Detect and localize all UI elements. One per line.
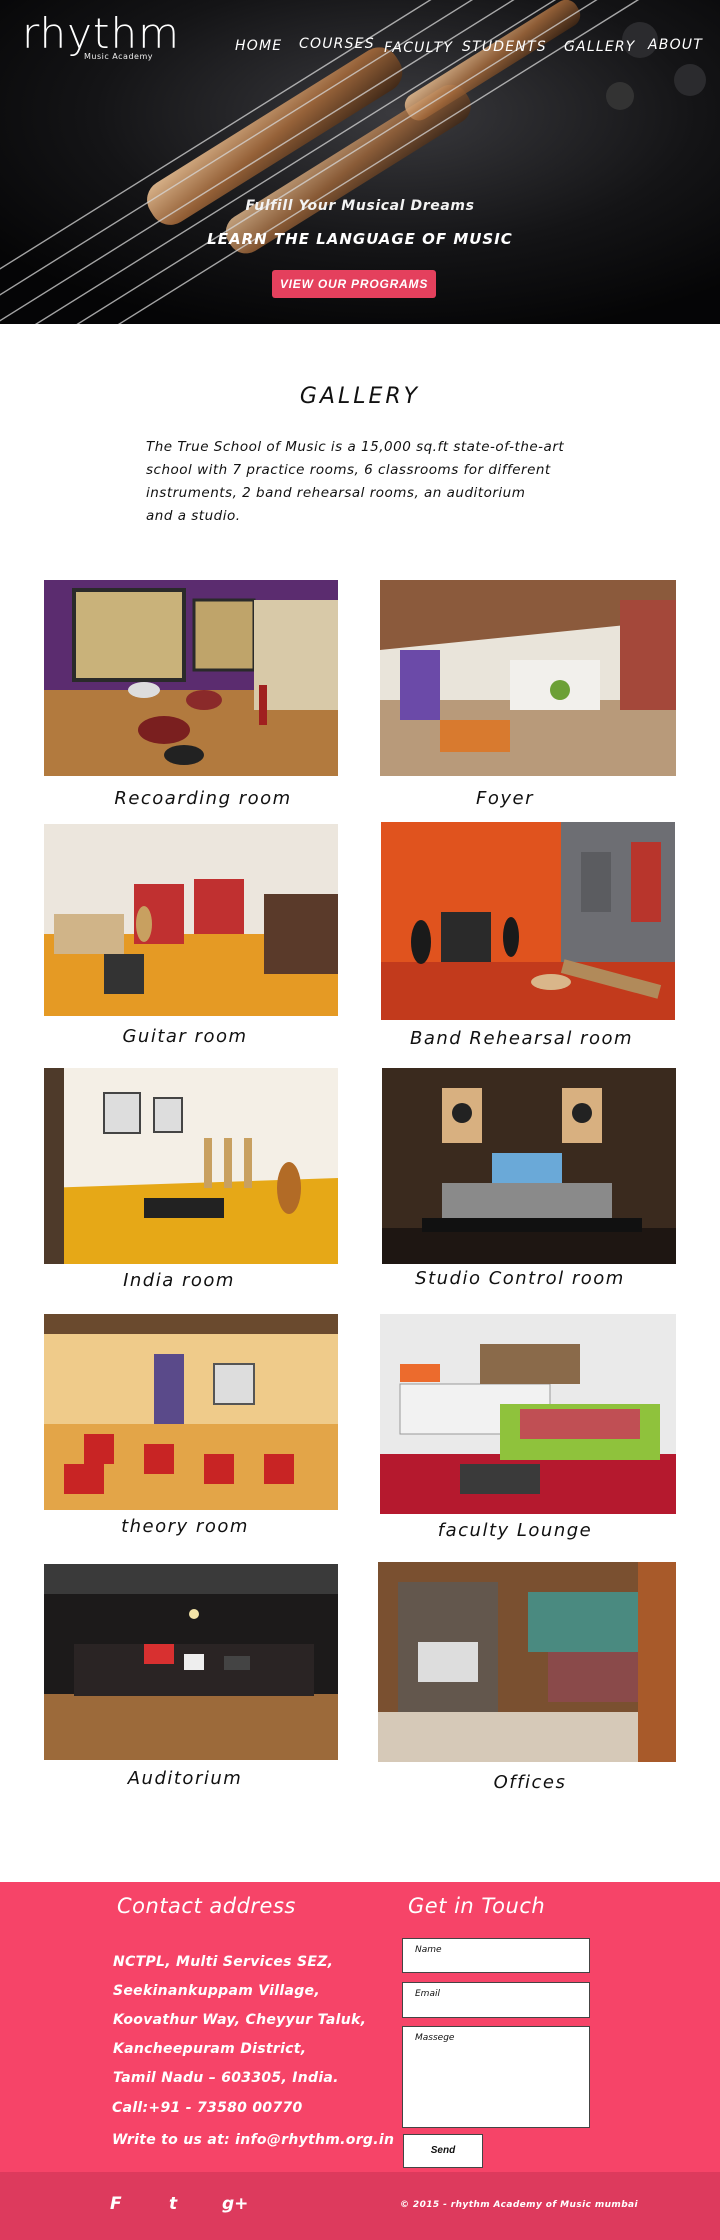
gallery-caption: Recoarding room [114, 788, 292, 809]
gallery-caption: India room [123, 1270, 235, 1291]
gallery-photo-offices[interactable] [378, 1562, 676, 1762]
gallery-photo-recording-room[interactable] [44, 580, 338, 776]
google-plus-icon[interactable]: g+ [222, 2194, 248, 2214]
view-programs-button[interactable]: VIEW OUR PROGRAMS [272, 270, 436, 298]
hero-tagline: Fulfill Your Musical Dreams [245, 198, 475, 214]
facebook-icon[interactable]: F [110, 2194, 122, 2214]
copyright-text: © 2015 - rhythm Academy of Music mumbai [400, 2200, 639, 2210]
gallery-caption: Guitar room [122, 1026, 248, 1047]
gallery-photo-india-room[interactable] [44, 1068, 338, 1264]
gallery-photo-studio-control-room[interactable] [382, 1068, 676, 1264]
hero-headline: LEARN THE LANGUAGE OF MUSIC [207, 230, 513, 248]
contact-phone: Call:+91 - 73580 00770 [112, 2100, 303, 2116]
email-field[interactable]: Email [402, 1982, 590, 2018]
hero-banner: rhythm Music Academy HOME COURSES FACULT… [0, 0, 720, 324]
nav-faculty[interactable]: FACULTY [384, 40, 453, 56]
gallery-caption: Foyer [476, 788, 534, 809]
gallery-caption: Band Rehearsal room [410, 1028, 634, 1049]
gallery-caption: Offices [493, 1772, 567, 1793]
gallery-caption: Auditorium [127, 1768, 243, 1789]
gallery-intro: The True School of Music is a 15,000 sq.… [146, 439, 565, 524]
gallery-photo-band-rehearsal-room[interactable] [381, 822, 675, 1020]
contact-address: NCTPL, Multi Services SEZ, Seekinankuppa… [113, 1954, 367, 2086]
gallery-caption: theory room [121, 1516, 249, 1537]
gallery-photo-faculty-lounge[interactable] [380, 1314, 676, 1514]
main-nav: HOME COURSES FACULTY STUDENTS GALLERY AB… [0, 36, 720, 58]
gallery-photo-foyer[interactable] [380, 580, 676, 776]
gallery-photo-guitar-room[interactable] [44, 824, 338, 1016]
gallery-photo-theory-room[interactable] [44, 1314, 338, 1510]
gallery-caption: faculty Lounge [437, 1520, 593, 1541]
contact-address-title: Contact address [117, 1894, 296, 1918]
nav-students[interactable]: STUDENTS [462, 39, 547, 55]
nav-home[interactable]: HOME [235, 38, 282, 54]
message-field[interactable]: Massege [402, 2026, 590, 2128]
gallery-caption: Studio Control room [415, 1268, 625, 1289]
get-in-touch-title: Get in Touch [408, 1894, 546, 1918]
footer: F t g+ © 2015 - rhythm Academy of Music … [0, 2172, 720, 2240]
contact-section: Contact address NCTPL, Multi Services SE… [0, 1882, 720, 2172]
nav-courses[interactable]: COURSES [299, 36, 375, 52]
nav-gallery[interactable]: GALLERY [564, 39, 636, 55]
send-button[interactable]: Send [403, 2134, 483, 2168]
contact-email[interactable]: Write to us at: info@rhythm.org.in [112, 2132, 394, 2148]
name-field[interactable]: Name [402, 1938, 590, 1973]
twitter-icon[interactable]: t [169, 2194, 177, 2214]
nav-about[interactable]: ABOUT [648, 37, 703, 53]
gallery-photo-auditorium[interactable] [44, 1564, 338, 1760]
gallery-title: GALLERY [299, 384, 421, 409]
